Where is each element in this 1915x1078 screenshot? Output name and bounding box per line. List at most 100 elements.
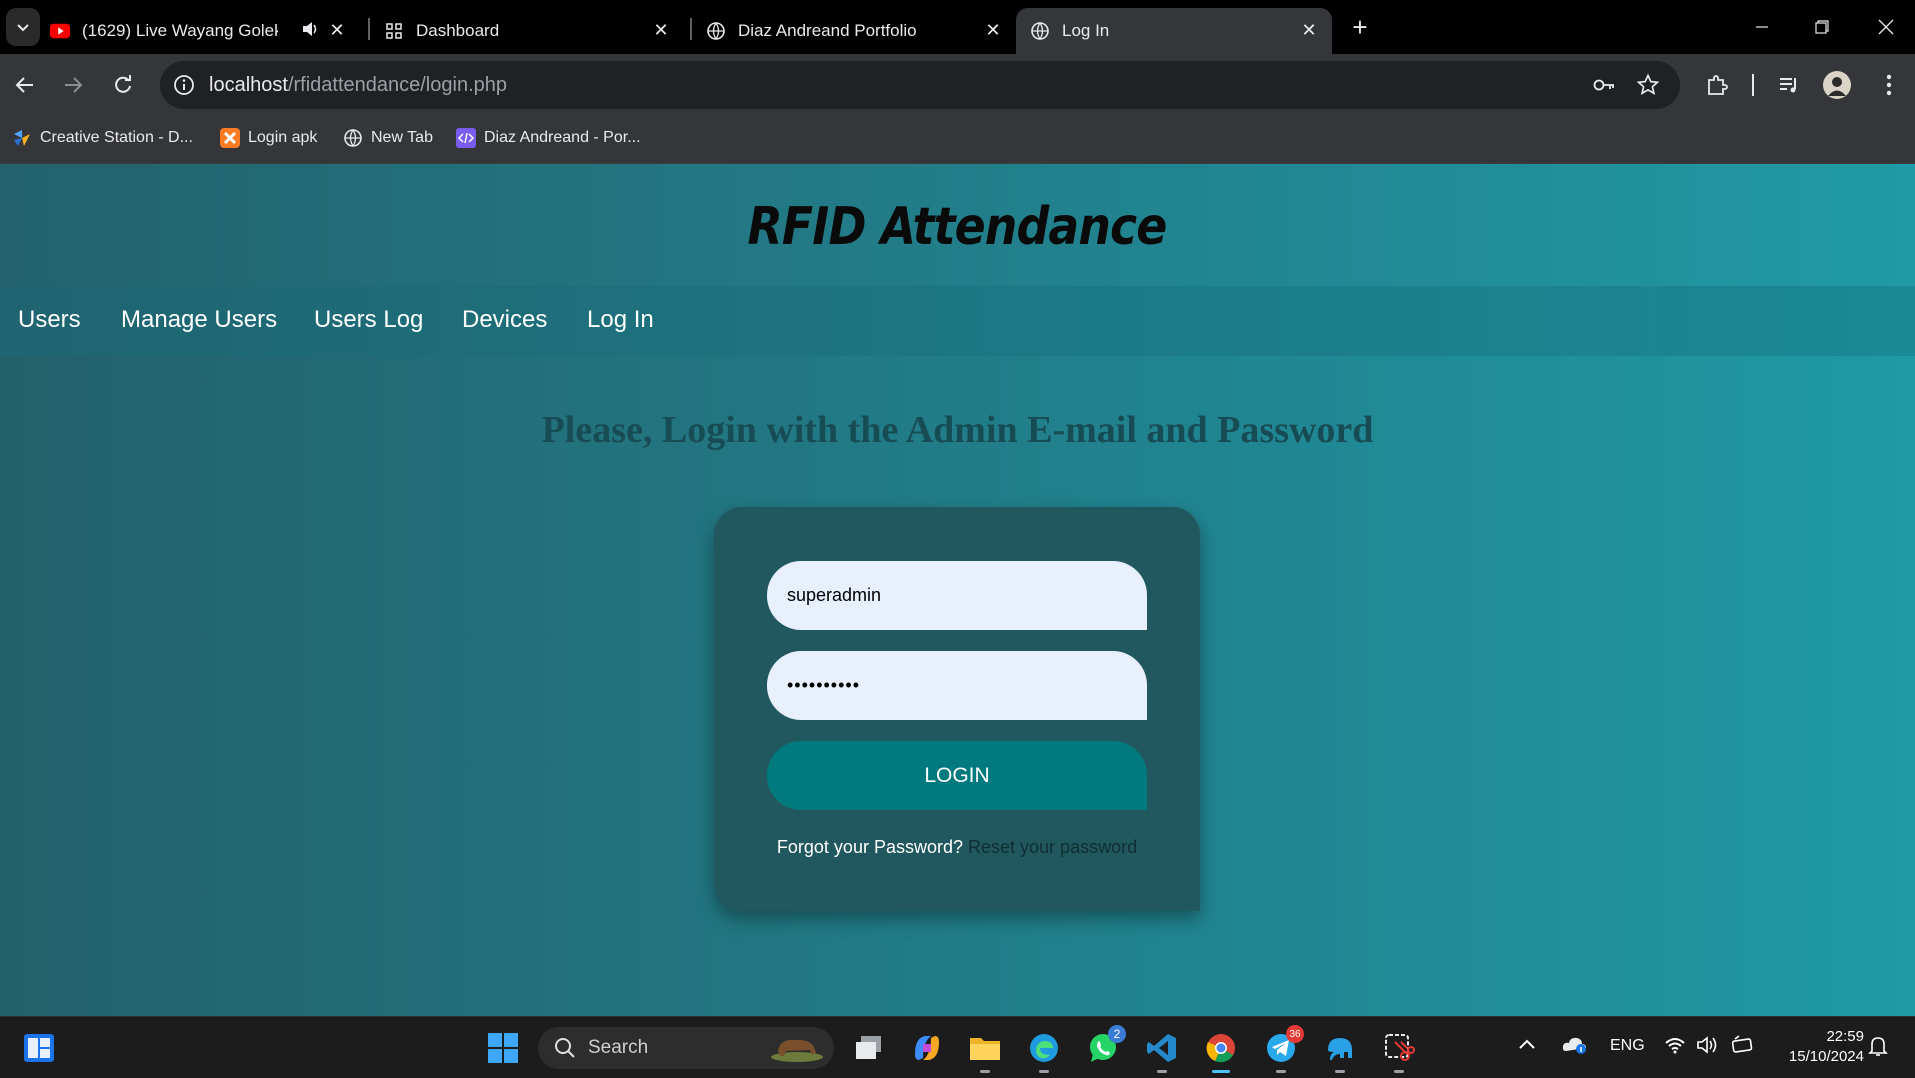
restore-icon bbox=[1815, 20, 1829, 34]
battery-icon[interactable] bbox=[1730, 1035, 1754, 1060]
elephant-icon bbox=[1328, 1038, 1352, 1060]
tab-separator bbox=[368, 18, 370, 40]
task-view-icon bbox=[856, 1036, 881, 1059]
profile-avatar[interactable] bbox=[1820, 68, 1854, 102]
taskbar-search[interactable]: Search bbox=[538, 1027, 834, 1069]
close-tab-icon[interactable]: ✕ bbox=[650, 19, 672, 41]
login-card: LOGIN Forgot your Password? Reset your p… bbox=[714, 507, 1200, 911]
password-field[interactable] bbox=[767, 651, 1147, 720]
running-indicator bbox=[1212, 1070, 1230, 1073]
whatsapp-button[interactable]: 2 bbox=[1086, 1025, 1126, 1065]
task-view-button[interactable] bbox=[852, 1031, 886, 1065]
close-window-button[interactable] bbox=[1866, 10, 1906, 44]
telegram-badge: 36 bbox=[1286, 1025, 1304, 1043]
tab-search-button[interactable] bbox=[6, 8, 40, 46]
close-tab-icon[interactable]: ✕ bbox=[982, 19, 1004, 41]
bookmark-label: New Tab bbox=[371, 129, 433, 146]
tab-youtube[interactable]: (1629) Live Wayang Golek P ✕ bbox=[50, 8, 360, 54]
nav-manage-users[interactable]: Manage Users bbox=[121, 306, 277, 334]
media-control-button[interactable] bbox=[1772, 68, 1806, 102]
site-nav: Users Manage Users Users Log Devices Log… bbox=[0, 286, 1915, 356]
onedrive-tray[interactable] bbox=[1562, 1035, 1588, 1060]
volume-icon[interactable] bbox=[1696, 1035, 1720, 1060]
running-indicator bbox=[1039, 1070, 1049, 1073]
windows-icon bbox=[488, 1033, 518, 1063]
running-indicator bbox=[1276, 1070, 1286, 1073]
key-icon[interactable] bbox=[1592, 73, 1616, 97]
tab-title: Log In bbox=[1062, 21, 1110, 40]
vscode-icon bbox=[1147, 1034, 1176, 1062]
nav-users[interactable]: Users bbox=[18, 306, 81, 334]
copilot-button[interactable] bbox=[910, 1031, 944, 1065]
bookmark-new-tab[interactable]: New Tab bbox=[343, 128, 433, 148]
nav-users-log[interactable]: Users Log bbox=[314, 306, 423, 334]
chrome-button[interactable] bbox=[1204, 1031, 1238, 1073]
chevron-up-icon bbox=[1519, 1039, 1535, 1049]
url-path: /rfidattendance/login.php bbox=[287, 74, 507, 96]
telegram-button[interactable]: 36 bbox=[1264, 1025, 1304, 1073]
login-button[interactable]: LOGIN bbox=[767, 741, 1147, 810]
xampp-icon bbox=[220, 128, 240, 148]
web-page: RFID Attendance Users Manage Users Users… bbox=[0, 164, 1915, 1016]
speaker-icon[interactable] bbox=[301, 20, 319, 43]
running-indicator bbox=[1394, 1070, 1404, 1073]
reset-password-link[interactable]: Reset your password bbox=[968, 837, 1137, 857]
minimize-button[interactable] bbox=[1742, 10, 1782, 44]
system-clock[interactable]: 22:59 15/10/2024 bbox=[1764, 1027, 1864, 1067]
nav-devices[interactable]: Devices bbox=[462, 306, 547, 334]
browser-toolbar: localhost/rfidattendance/login.php bbox=[0, 54, 1915, 116]
bookmark-diaz-portfolio[interactable]: Diaz Andreand - Por... bbox=[456, 128, 641, 148]
widgets-button[interactable] bbox=[22, 1031, 56, 1065]
tab-login[interactable]: Log In ✕ bbox=[1016, 8, 1332, 54]
cloud-info-icon bbox=[1562, 1037, 1586, 1054]
globe-icon bbox=[706, 21, 726, 41]
new-tab-button[interactable]: + bbox=[1345, 12, 1375, 42]
info-icon[interactable] bbox=[172, 73, 196, 97]
language-indicator[interactable]: ENG bbox=[1610, 1037, 1645, 1055]
snipping-tool-button[interactable] bbox=[1382, 1031, 1416, 1073]
file-explorer-button[interactable] bbox=[968, 1031, 1002, 1073]
globe-icon bbox=[344, 129, 362, 147]
restore-button[interactable] bbox=[1802, 10, 1842, 44]
browser-tab-strip: (1629) Live Wayang Golek P ✕ Dashboard ✕… bbox=[0, 0, 1915, 54]
running-indicator bbox=[980, 1070, 990, 1073]
star-icon[interactable] bbox=[1636, 73, 1660, 97]
running-indicator bbox=[1157, 1070, 1167, 1073]
nav-log-in[interactable]: Log In bbox=[587, 306, 654, 334]
tab-separator bbox=[690, 18, 692, 40]
wifi-icon[interactable] bbox=[1664, 1035, 1686, 1060]
whatsapp-badge: 2 bbox=[1108, 1025, 1126, 1043]
windows-taskbar: Search 2 36 ENG 22:59 15/10/2024 bbox=[0, 1016, 1915, 1078]
extensions-button[interactable] bbox=[1700, 68, 1734, 102]
address-bar[interactable]: localhost/rfidattendance/login.php bbox=[160, 61, 1680, 109]
bookmark-creative-station[interactable]: Creative Station - D... bbox=[12, 128, 193, 148]
close-icon bbox=[1878, 19, 1894, 35]
close-tab-icon[interactable]: ✕ bbox=[1298, 19, 1320, 41]
arrow-right-icon bbox=[65, 77, 83, 93]
reload-icon bbox=[115, 75, 131, 93]
bookmark-label: Login apk bbox=[248, 129, 318, 146]
browser-menu-button[interactable] bbox=[1872, 68, 1906, 102]
email-field[interactable] bbox=[767, 561, 1147, 630]
bookmark-label: Diaz Andreand - Por... bbox=[484, 129, 641, 146]
snipping-tool-icon bbox=[1385, 1034, 1415, 1061]
back-button[interactable] bbox=[8, 68, 42, 102]
url-host: localhost bbox=[209, 74, 288, 96]
reload-button[interactable] bbox=[106, 68, 140, 102]
tab-portfolio[interactable]: Diaz Andreand Portfolio ✕ bbox=[706, 8, 1016, 54]
tab-dashboard[interactable]: Dashboard ✕ bbox=[384, 8, 684, 54]
bookmark-login-apk[interactable]: Login apk bbox=[220, 128, 317, 148]
grid-icon bbox=[384, 21, 404, 41]
edge-button[interactable] bbox=[1027, 1031, 1061, 1073]
close-tab-icon[interactable]: ✕ bbox=[326, 19, 348, 41]
vscode-button[interactable] bbox=[1145, 1031, 1179, 1073]
bookmarks-bar: Creative Station - D... Login apk New Ta… bbox=[0, 116, 1915, 164]
url-text: localhost/rfidattendance/login.php bbox=[209, 74, 507, 97]
elephant-app-button[interactable] bbox=[1323, 1031, 1357, 1073]
arrow-left-icon bbox=[15, 77, 33, 93]
start-button[interactable] bbox=[486, 1031, 520, 1065]
forward-button[interactable] bbox=[56, 68, 90, 102]
notification-bell[interactable] bbox=[1868, 1035, 1888, 1062]
show-hidden-icons[interactable] bbox=[1518, 1037, 1536, 1056]
widgets-icon bbox=[24, 1034, 54, 1062]
